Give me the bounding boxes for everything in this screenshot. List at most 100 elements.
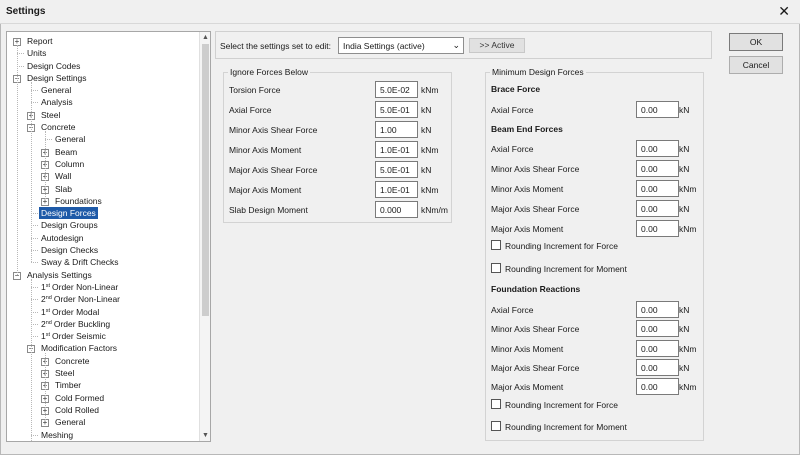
tree-item[interactable]: 2nd Order Non-Linear bbox=[7, 293, 199, 305]
foundation-reaction-unit: kN bbox=[679, 324, 690, 335]
ok-button[interactable]: OK bbox=[729, 33, 783, 51]
beam-end-force-label: Major Axis Moment bbox=[491, 224, 564, 234]
ignore-force-input[interactable]: 0.000 bbox=[375, 201, 418, 218]
ignore-force-input[interactable]: 5.0E-02 bbox=[375, 81, 418, 98]
ignore-force-input[interactable]: 5.0E-01 bbox=[375, 161, 418, 178]
tree-scrollbar[interactable]: ▲ ▼ bbox=[199, 32, 210, 441]
checkbox-label: Rounding Increment for Force bbox=[505, 241, 618, 251]
order-suffix: st bbox=[45, 332, 51, 339]
tree-item-label: Wall bbox=[55, 171, 72, 182]
beam-end-force-unit: kNm bbox=[679, 184, 697, 194]
tree-item[interactable]: 1st Order Seismic bbox=[7, 330, 199, 342]
scrollbar-thumb[interactable] bbox=[202, 44, 209, 316]
tree-item[interactable]: 1st Order Non-Linear bbox=[7, 281, 199, 293]
checkbox-box[interactable] bbox=[491, 240, 501, 250]
tree-item[interactable]: + Slab bbox=[7, 183, 199, 195]
ignore-force-input[interactable]: 5.0E-01 bbox=[375, 101, 418, 118]
beam-end-force-input[interactable]: 0.00 bbox=[636, 200, 679, 217]
foundation-reaction-label: Minor Axis Moment bbox=[491, 343, 564, 354]
tree-item[interactable]: Design Forces bbox=[7, 207, 199, 220]
checkbox-box[interactable] bbox=[491, 421, 501, 431]
tree-item[interactable]: + Cold Formed bbox=[7, 392, 199, 404]
tree-item[interactable]: + Beam bbox=[7, 146, 199, 158]
tree-item[interactable]: Design Groups bbox=[7, 219, 199, 231]
brace-force-heading: Brace Force bbox=[491, 84, 541, 94]
brace-force-input[interactable]: 0.00 bbox=[636, 101, 679, 118]
tree-item[interactable]: + Report bbox=[7, 35, 199, 47]
beam-end-force-input[interactable]: 0.00 bbox=[636, 140, 679, 157]
tree-guide bbox=[45, 139, 52, 141]
tree-item[interactable]: General bbox=[7, 133, 199, 145]
tree-guide bbox=[17, 45, 18, 275]
beam-end-force-unit: kN bbox=[679, 144, 690, 154]
tree-item-label: Modification Factors bbox=[41, 343, 118, 354]
ignore-forces-group: Ignore Forces Below Torsion Force 5.0E-02… bbox=[223, 67, 452, 223]
foundation-reaction-input[interactable]: 0.00 bbox=[636, 358, 679, 376]
tree-item[interactable]: General bbox=[7, 84, 199, 96]
tree-guide bbox=[31, 81, 32, 263]
tree-guide bbox=[31, 225, 38, 227]
foundation-reaction-input[interactable]: 0.00 bbox=[636, 320, 679, 338]
beam-end-force-input[interactable]: 0.00 bbox=[636, 180, 679, 197]
chevron-down-icon[interactable]: ⌄ bbox=[452, 40, 460, 51]
tree-item[interactable]: + Cold Rolled bbox=[7, 404, 199, 416]
order-suffix: nd bbox=[45, 319, 52, 326]
tree-item[interactable]: − Concrete bbox=[7, 121, 199, 133]
tree-item[interactable]: Design Checks bbox=[7, 244, 199, 256]
settings-tree[interactable]: + Report Units Design Codes − Design Settings… bbox=[6, 31, 211, 442]
cancel-button[interactable]: Cancel bbox=[729, 56, 783, 74]
tree-item[interactable]: − Modification Factors bbox=[7, 342, 199, 354]
tree-item[interactable]: Units bbox=[7, 47, 199, 59]
ignore-force-unit: kN bbox=[421, 165, 432, 175]
close-icon[interactable]: ✕ bbox=[778, 3, 790, 20]
beam-end-force-input[interactable]: 0.00 bbox=[636, 160, 679, 177]
checkbox-label: Rounding Increment for Moment bbox=[505, 264, 627, 274]
make-active-button[interactable]: >> Active bbox=[469, 38, 525, 53]
tree-item[interactable]: Analysis bbox=[7, 96, 199, 108]
tree-item[interactable]: + Steel bbox=[7, 109, 199, 121]
tree-item[interactable]: + General bbox=[7, 416, 199, 428]
tree-item-label: Composite Steel Beams bbox=[39, 441, 134, 442]
tree-item[interactable]: Meshing bbox=[7, 429, 199, 441]
tree-item[interactable]: Autodesign bbox=[7, 232, 199, 244]
order-label: Order Buckling bbox=[53, 318, 111, 329]
tree-item[interactable]: Composite Steel Beams bbox=[7, 441, 199, 442]
ignore-force-label: Axial Force bbox=[229, 105, 272, 115]
brace-force-label: Axial Force bbox=[491, 105, 534, 115]
tree-item[interactable]: + Column bbox=[7, 158, 199, 170]
tree-item-label: Steel bbox=[55, 368, 75, 379]
beam-end-force-label: Major Axis Shear Force bbox=[491, 204, 580, 214]
arrow-up-icon[interactable]: ▲ bbox=[200, 32, 210, 43]
tree-item[interactable]: 1st Order Modal bbox=[7, 306, 199, 318]
arrow-down-icon[interactable]: ▼ bbox=[200, 430, 210, 441]
tree-item[interactable]: + Concrete bbox=[7, 355, 199, 367]
tree-item[interactable]: − Analysis Settings bbox=[7, 269, 199, 281]
foundation-reaction-input[interactable]: 0.00 bbox=[636, 301, 679, 318]
checkbox-box[interactable] bbox=[491, 263, 501, 273]
tree-item[interactable]: Sway & Drift Checks bbox=[7, 256, 199, 268]
tree-item-label: Design Settings bbox=[27, 72, 87, 83]
checkbox-box[interactable] bbox=[491, 399, 501, 409]
tree-guide bbox=[31, 90, 38, 92]
ignore-force-input[interactable]: 1.0E-01 bbox=[375, 181, 418, 198]
tree-item[interactable]: + Foundations bbox=[7, 195, 199, 207]
tree-item[interactable]: − Design Settings bbox=[7, 72, 199, 84]
foundation-reaction-label: Major Axis Shear Force bbox=[491, 362, 580, 373]
tree-item-label: Column bbox=[55, 158, 85, 169]
tree-guide bbox=[31, 286, 38, 288]
foundation-reaction-input[interactable]: 0.00 bbox=[636, 339, 679, 357]
tree-item-label: Cold Rolled bbox=[55, 404, 99, 415]
tree-item[interactable]: + Steel bbox=[7, 367, 199, 379]
settings-set-dropdown[interactable]: India Settings (active) ⌄ bbox=[338, 37, 464, 54]
tree-item[interactable]: + Timber bbox=[7, 379, 199, 391]
ignore-force-input[interactable]: 1.00 bbox=[375, 121, 418, 138]
tree-item-label: Design Groups bbox=[41, 220, 98, 231]
foundation-reaction-input[interactable]: 0.00 bbox=[636, 378, 679, 396]
tree-guide bbox=[31, 102, 38, 104]
tree-item[interactable]: Design Codes bbox=[7, 60, 199, 72]
tree-item[interactable]: 2nd Order Buckling bbox=[7, 318, 199, 330]
tree-item-label: Units bbox=[27, 48, 47, 59]
ignore-force-input[interactable]: 1.0E-01 bbox=[375, 141, 418, 158]
tree-item[interactable]: + Wall bbox=[7, 170, 199, 182]
beam-end-force-input[interactable]: 0.00 bbox=[636, 220, 679, 237]
